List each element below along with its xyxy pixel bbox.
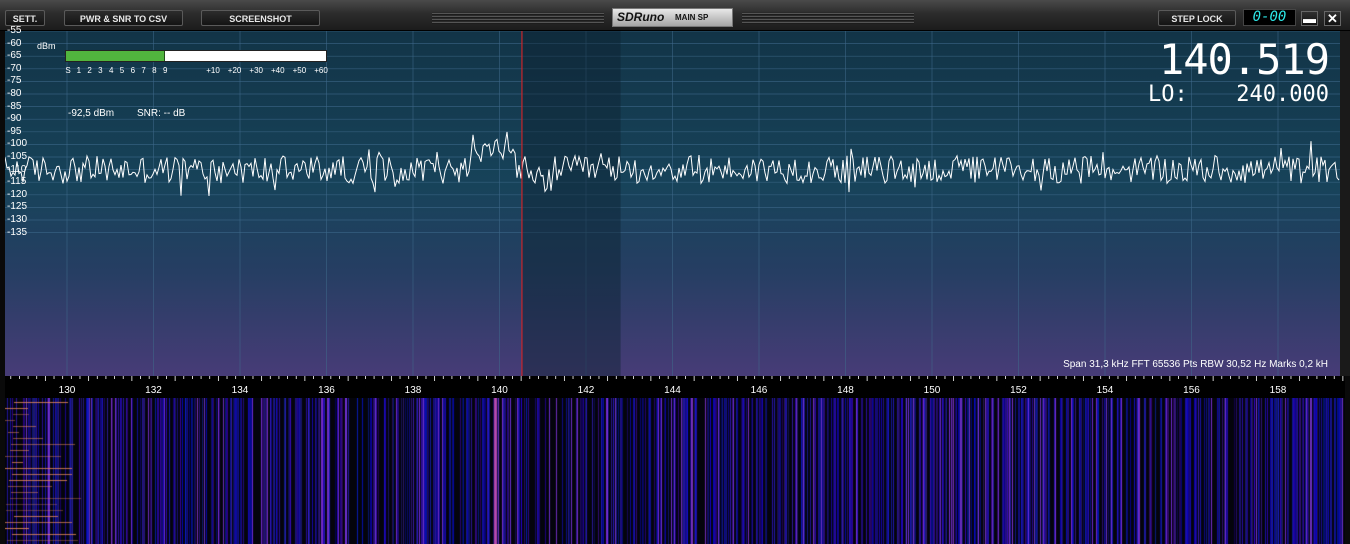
- x-axis-label: 132: [145, 385, 162, 396]
- x-axis-label: 134: [231, 385, 249, 396]
- y-axis-label: -95: [7, 125, 22, 137]
- lo-label: LO:: [1148, 82, 1188, 107]
- y-axis-label: -90: [7, 113, 22, 125]
- x-axis-label: 148: [837, 385, 854, 396]
- smeter-scale-label: +60: [314, 66, 328, 75]
- right-frame: [1340, 31, 1350, 376]
- smeter-scale-label: 7: [141, 66, 146, 75]
- title-grille-left: [432, 12, 604, 24]
- smeter-unit-label: dBm: [37, 41, 56, 51]
- title-bar: SETT. PWR & SNR TO CSV SCREENSHOT SDRuno…: [0, 0, 1350, 31]
- x-axis-label: 140: [491, 385, 508, 396]
- close-icon[interactable]: ✕: [1324, 11, 1341, 26]
- filter-passband: [521, 31, 621, 376]
- s-meter-bar: [65, 50, 327, 62]
- y-axis-label: -105: [7, 151, 28, 162]
- x-axis-label: 150: [923, 385, 941, 396]
- x-axis-label: 154: [1096, 385, 1114, 396]
- x-axis-label: 156: [1183, 385, 1200, 396]
- step-lock-button[interactable]: STEP LOCK: [1158, 10, 1236, 26]
- screenshot-button[interactable]: SCREENSHOT: [201, 10, 320, 26]
- x-axis-label: 130: [58, 385, 76, 396]
- smeter-scale-label: 9: [162, 66, 168, 75]
- y-axis-label: -120: [7, 188, 28, 200]
- fft-status-line: Span 31,3 kHz FFT 65536 Pts RBW 30,52 Hz…: [1063, 359, 1328, 370]
- smeter-scale-label: 3: [98, 66, 103, 75]
- smeter-scale-label: 1: [76, 66, 82, 75]
- waterfall-canvas[interactable]: [5, 398, 1345, 544]
- y-axis-label: -85: [7, 100, 22, 112]
- x-axis-label: 138: [404, 385, 422, 396]
- x-axis-label: 158: [1269, 385, 1287, 396]
- smeter-scale-label: 4: [108, 66, 114, 75]
- x-axis-label: 142: [577, 385, 595, 396]
- x-axis-label: 136: [318, 385, 335, 396]
- y-axis-label: -100: [7, 138, 28, 150]
- y-axis-label: -130: [7, 214, 28, 225]
- spectrum-plot[interactable]: [5, 31, 1340, 376]
- y-axis-labels: -55 -60 -65 -70 -75 -80 -85 -90 -95 -100 -105 -110-…: [0, 25, 40, 376]
- window-title: SDRuno MAIN SP: [612, 8, 733, 27]
- minimize-icon[interactable]: ▬: [1301, 11, 1318, 26]
- y-axis-label: -80: [7, 88, 22, 99]
- smeter-scale-label: S: [65, 66, 71, 75]
- window-name: MAIN SP: [675, 13, 709, 22]
- y-axis-label: -65: [7, 50, 22, 62]
- pwr-snr-to-csv-button[interactable]: PWR & SNR TO CSV: [64, 10, 183, 26]
- x-axis-label: 152: [1010, 385, 1027, 396]
- sdruno-logo: SDRuno: [617, 10, 665, 24]
- smeter-scale-label: +30: [249, 66, 263, 75]
- smeter-scale-label: +10: [206, 66, 220, 75]
- y-axis-label: -55: [7, 25, 22, 36]
- smeter-scale-label: +20: [227, 66, 242, 75]
- x-axis-label: 146: [750, 385, 768, 396]
- power-readout: -92,5 dBm: [68, 108, 115, 119]
- smeter-scale-label: +40: [271, 66, 285, 75]
- y-axis-label: -115: [7, 176, 27, 188]
- spectrum-grid: [5, 31, 1340, 376]
- settings-button[interactable]: SETT.: [5, 10, 45, 26]
- y-axis-label: -135: [7, 226, 28, 238]
- smeter-scale-label: 2: [87, 66, 92, 75]
- sdruno-main-spectrum-window: SETT. PWR & SNR TO CSV SCREENSHOT SDRuno…: [0, 0, 1350, 544]
- smeter-scale-label: 5: [119, 66, 125, 75]
- waterfall-display[interactable]: [5, 398, 1345, 544]
- snr-readout: SNR: -- dB: [137, 108, 186, 119]
- smeter-scale-label: +50: [292, 66, 307, 75]
- session-counter-display: 0-00: [1243, 9, 1296, 26]
- spectrum-display[interactable]: [5, 31, 1340, 376]
- y-axis-label: -60: [7, 37, 22, 49]
- y-axis-label: -125: [7, 201, 28, 213]
- title-grille-right: [742, 12, 914, 24]
- smeter-scale-label: 6: [130, 66, 136, 75]
- y-axis-label: -110: [7, 163, 27, 175]
- s-meter-fill: [66, 51, 165, 61]
- spectrum-trace: [5, 131, 1340, 197]
- s-meter-scale: S 1 2 3 4 5 6 7 8 9 +10 +20 +30 +40 +50 +60: [0, 66, 1350, 78]
- vfo-frequency-display[interactable]: 140.519: [1159, 38, 1330, 82]
- smeter-scale-label: 8: [152, 66, 157, 75]
- lo-frequency-display[interactable]: 240.000: [1236, 83, 1329, 107]
- x-axis-label: 144: [664, 385, 681, 396]
